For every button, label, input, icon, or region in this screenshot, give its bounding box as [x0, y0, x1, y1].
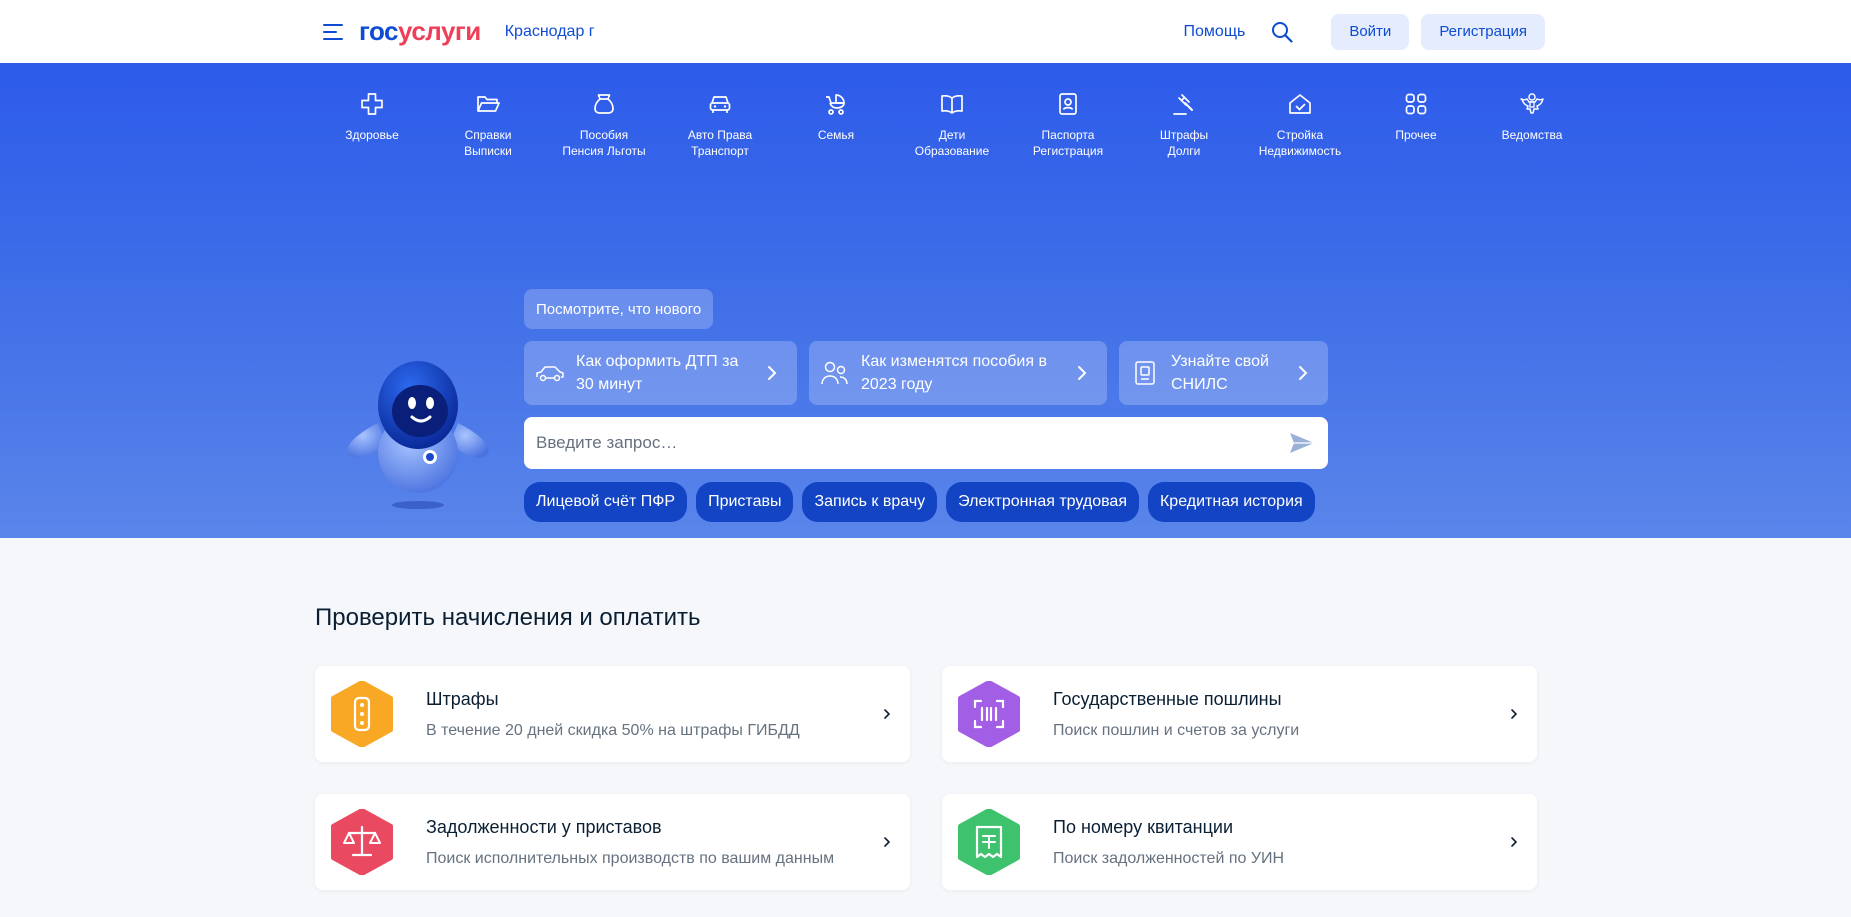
search-icon[interactable] [1269, 19, 1295, 45]
chevron-right-icon [884, 709, 891, 719]
card-bailiff-debts[interactable]: Задолженности у приставов Поиск исполнит… [315, 794, 910, 890]
whats-new-tag[interactable]: Посмотрите, что нового [524, 289, 714, 329]
barcode-scan-icon [958, 681, 1020, 747]
passport-icon [1059, 93, 1077, 115]
help-link[interactable]: Помощь [1184, 23, 1246, 41]
news-card-benefits[interactable]: Как изменятся пособия в 2023 году [809, 341, 1107, 405]
chip-electronic-workbook[interactable]: Электронная трудовая [946, 482, 1139, 522]
category-label: Пособия Пенсия Льготы [562, 128, 646, 158]
card-text: Штрафы В течение 20 дней скидка 50% на ш… [426, 689, 880, 740]
site-header: госуслуги Краснодар г Помощь Войти Регис… [0, 0, 1851, 63]
news-text: Как оформить ДТП за 30 минут [576, 353, 739, 393]
chip-bailiffs[interactable]: Приставы [696, 482, 794, 522]
category-other[interactable]: Прочее [1358, 63, 1474, 178]
chevron-right-icon [1511, 709, 1518, 719]
card-title: Задолженности у приставов [426, 816, 662, 837]
receipt-icon [958, 809, 1020, 875]
news-text: Узнайте свой СНИЛС [1171, 353, 1269, 393]
category-label: Здоровье [345, 128, 399, 142]
category-label: Семья [817, 128, 855, 142]
scales-icon [331, 809, 393, 875]
header-inner: госуслуги Краснодар г Помощь Войти Регис… [315, 0, 1545, 63]
category-label: Прочее [1395, 128, 1437, 142]
category-certificates[interactable]: Справки Выписки [430, 63, 546, 178]
card-subtitle: В течение 20 дней скидка 50% на штрафы Г… [426, 721, 800, 739]
gosuslugi-logo[interactable]: госуслуги [359, 16, 481, 47]
news-text: Как изменятся пособия в 2023 году [861, 353, 1047, 393]
card-subtitle: Поиск задолженностей по УИН [1053, 849, 1285, 867]
book-icon [941, 94, 963, 114]
chevron-right-icon [767, 365, 783, 381]
search-bar [524, 417, 1328, 469]
category-auto[interactable]: Авто Права Транспорт [662, 63, 778, 178]
news-card-dtp[interactable]: Как оформить ДТП за 30 минут [524, 341, 797, 405]
chevron-right-icon [884, 837, 891, 847]
card-fines[interactable]: Штрафы В течение 20 дней скидка 50% на ш… [315, 666, 910, 762]
card-text: По номеру квитанции Поиск задолженностей… [1053, 817, 1507, 868]
money-bag-icon [594, 94, 614, 114]
payments-section: Проверить начисления и оплатить Штрафы В… [315, 538, 1537, 890]
category-label: Штрафы Долги [1159, 128, 1209, 158]
category-label: Справки Выписки [464, 128, 512, 158]
people-icon [819, 357, 851, 389]
category-agencies[interactable]: Ведомства [1474, 63, 1590, 178]
card-subtitle: Поиск исполнительных производств по ваши… [426, 849, 835, 867]
send-icon[interactable] [1288, 429, 1316, 457]
chevron-right-icon [1298, 365, 1314, 381]
robot-mascot-illustration [338, 353, 498, 513]
document-card-icon [1129, 357, 1161, 389]
card-receipt-number[interactable]: По номеру квитанции Поиск задолженностей… [942, 794, 1537, 890]
news-card-snils[interactable]: Узнайте свой СНИЛС [1119, 341, 1328, 405]
chip-pfr-account[interactable]: Лицевой счёт ПФР [524, 482, 688, 522]
car-outline-icon [534, 357, 566, 389]
header-actions: Помощь Войти Регистрация [1184, 13, 1545, 50]
quick-chips: Лицевой счёт ПФР Приставы Запись к врачу… [524, 482, 1324, 522]
register-button[interactable]: Регистрация [1421, 13, 1545, 50]
section-title: Проверить начисления и оплатить [315, 604, 701, 631]
category-fines[interactable]: Штрафы Долги [1126, 63, 1242, 178]
category-benefits[interactable]: Пособия Пенсия Льготы [546, 63, 662, 178]
category-passports[interactable]: Паспорта Регистрация [1010, 63, 1126, 178]
search-input[interactable] [536, 433, 1288, 453]
card-text: Задолженности у приставов Поиск исполнит… [426, 817, 880, 868]
category-realty[interactable]: Стройка Недвижимость [1242, 63, 1358, 178]
health-cross-icon [361, 93, 383, 115]
card-state-duties[interactable]: Государственные пошлины Поиск пошлин и с… [942, 666, 1537, 762]
coat-of-arms-icon [1520, 93, 1544, 114]
card-subtitle: Поиск пошлин и счетов за услуги [1053, 721, 1300, 739]
logo-gos: гос [359, 16, 399, 46]
car-icon [709, 96, 731, 113]
category-label: Дети Образование [914, 128, 990, 158]
traffic-light-icon [331, 681, 393, 747]
card-title: Государственные пошлины [1053, 688, 1282, 709]
chevron-right-icon [1511, 837, 1518, 847]
chip-credit-history[interactable]: Кредитная история [1147, 482, 1315, 522]
category-label: Паспорта Регистрация [1032, 128, 1104, 158]
category-health[interactable]: Здоровье [314, 63, 430, 178]
region-selector[interactable]: Краснодар г [505, 23, 595, 41]
card-title: По номеру квитанции [1053, 816, 1233, 837]
category-family[interactable]: Семья [778, 63, 894, 178]
category-education[interactable]: Дети Образование [894, 63, 1010, 178]
login-button[interactable]: Войти [1331, 13, 1410, 50]
category-label: Авто Права Транспорт [687, 128, 753, 158]
card-text: Государственные пошлины Поиск пошлин и с… [1053, 689, 1507, 740]
logo-uslugi: услуги [398, 16, 481, 46]
stroller-icon [826, 94, 845, 115]
chip-doctor-appointment[interactable]: Запись к врачу [802, 482, 938, 522]
category-nav: Здоровье Справки Выписки Пособия Пенсия … [314, 63, 1562, 178]
house-icon [1289, 94, 1311, 114]
card-title: Штрафы [426, 688, 499, 709]
category-label: Ведомства [1501, 128, 1563, 142]
folder-icon [477, 96, 500, 112]
menu-icon[interactable] [315, 13, 353, 51]
grid-icon [1405, 93, 1427, 115]
gavel-icon [1173, 94, 1193, 115]
hero-section: Здоровье Справки Выписки Пособия Пенсия … [0, 63, 1851, 538]
chevron-right-icon [1077, 365, 1093, 381]
category-label: Стройка Недвижимость [1258, 128, 1342, 158]
